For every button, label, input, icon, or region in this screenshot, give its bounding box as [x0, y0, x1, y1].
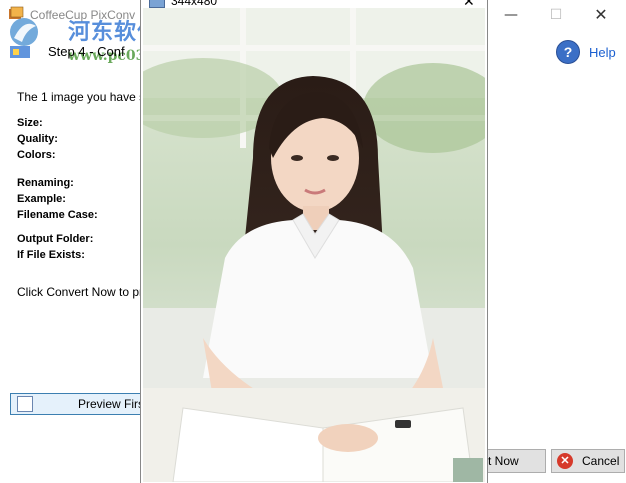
- preview-first-button[interactable]: Preview First: [10, 393, 147, 415]
- preview-window-icon: [149, 0, 165, 8]
- preview-icon: [17, 396, 33, 412]
- example-label: Example:: [17, 193, 66, 205]
- preview-window: 344x480 ✕: [140, 0, 488, 483]
- if-file-exists-label: If File Exists:: [17, 249, 85, 261]
- preview-window-title: 344x480: [171, 0, 218, 8]
- quality-label: Quality:: [17, 133, 58, 145]
- preview-button-label: Preview First: [78, 397, 148, 411]
- status-text: Click Convert Now to proc: [17, 285, 156, 299]
- step-title: Step 4 - Conf: [48, 44, 125, 59]
- preview-title-bar: 344x480 ✕: [141, 0, 487, 10]
- output-folder-label: Output Folder:: [17, 233, 94, 245]
- convert-now-button[interactable]: t Now: [478, 449, 546, 473]
- watermark-logo-icon: [10, 18, 38, 58]
- help-icon[interactable]: ?: [556, 40, 580, 64]
- cancel-icon: ✕: [557, 453, 573, 469]
- cancel-button-label: Cancel: [582, 454, 620, 468]
- minimize-button[interactable]: —: [496, 4, 526, 26]
- maximize-button[interactable]: ☐: [541, 4, 571, 26]
- help-link[interactable]: Help: [589, 45, 616, 60]
- close-button[interactable]: ✕: [586, 4, 616, 26]
- size-label: Size:: [17, 117, 43, 129]
- colors-label: Colors:: [17, 149, 56, 161]
- cancel-button[interactable]: ✕ Cancel: [551, 449, 625, 473]
- convert-button-label: t Now: [488, 454, 519, 468]
- filename-case-label: Filename Case:: [17, 209, 98, 221]
- preview-photo: [143, 8, 485, 482]
- renaming-label: Renaming:: [17, 177, 74, 189]
